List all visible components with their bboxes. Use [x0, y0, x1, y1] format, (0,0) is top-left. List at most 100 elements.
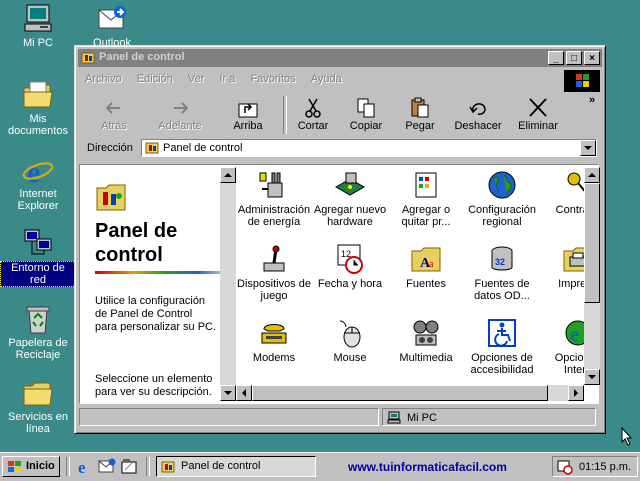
item-modems[interactable]: Modems	[236, 317, 312, 364]
multimedia-icon	[410, 317, 442, 349]
left-pane-description: Utilice la configuración de Panel de Con…	[95, 295, 217, 333]
scroll-up-button[interactable]	[220, 167, 236, 183]
item-label: Opciones de accesibilidad	[470, 352, 534, 376]
left-info-pane: Panel de control Utilice la configuració…	[82, 167, 220, 401]
paste-button[interactable]: Pegar	[391, 94, 449, 136]
item-add-remove-programs[interactable]: Agregar o quitar pr...	[388, 169, 464, 228]
start-button[interactable]: Inicio	[2, 456, 60, 477]
item-add-new-hardware[interactable]: Agregar nuevo hardware	[312, 169, 388, 228]
menu-archivo[interactable]: Archivo	[79, 70, 128, 85]
calendar-clock-icon: 12	[334, 243, 366, 275]
item-odbc-data-sources[interactable]: 32 Fuentes de datos OD...	[464, 243, 540, 302]
show-desktop-icon[interactable]	[120, 458, 138, 478]
item-fonts[interactable]: Aa Fuentes	[388, 243, 464, 290]
scroll-thumb[interactable]	[584, 183, 600, 303]
item-passwords[interactable]: Contrase	[540, 169, 584, 216]
undo-button[interactable]: Deshacer	[449, 94, 507, 136]
desktop-icon-network[interactable]: Entorno de red	[0, 228, 76, 287]
minimize-button[interactable]: _	[548, 51, 564, 65]
folder-icon	[22, 378, 54, 408]
menu-ver[interactable]: Ver	[182, 70, 211, 85]
scissors-icon	[301, 97, 325, 119]
status-bar: Mi PC	[79, 408, 599, 428]
taskbar-button-control-panel[interactable]: Panel de control	[156, 456, 316, 477]
desktop-icon-label: Entorno de red	[0, 261, 76, 287]
items-vertical-scrollbar[interactable]	[584, 167, 600, 385]
toolbar-more-chevron[interactable]: »	[589, 94, 595, 106]
taskbar-button-label: Panel de control	[181, 460, 261, 472]
left-pane-hint: Seleccione un elemento para ver su descr…	[95, 373, 213, 398]
desktop-icon-internet-explorer[interactable]: e Internet Explorer	[0, 155, 76, 212]
item-accessibility-options[interactable]: Opciones de accesibilidad	[464, 317, 540, 376]
internet-explorer-icon[interactable]: e	[76, 458, 94, 478]
copy-button[interactable]: Copiar	[337, 94, 395, 136]
item-regional-settings[interactable]: Configuración regional	[464, 169, 540, 228]
clock[interactable]: 01:15 p.m.	[579, 461, 631, 473]
programs-box-icon	[410, 169, 442, 201]
up-button[interactable]: Arriba	[219, 94, 277, 136]
forward-arrow-icon	[168, 97, 192, 119]
windows-flag-icon	[7, 460, 23, 477]
back-button[interactable]: Atrás	[85, 94, 143, 136]
desktop-icon-online-services[interactable]: Servicios en línea	[0, 378, 76, 435]
desktop-icon-recycle-bin[interactable]: Papelera de Reciclaje	[0, 304, 76, 361]
menu-ir-a[interactable]: Ir a	[213, 70, 241, 85]
paste-label: Pegar	[405, 120, 435, 132]
item-label: Fuentes	[406, 278, 446, 290]
item-label: Impreso	[558, 278, 584, 290]
computer-icon	[387, 411, 401, 427]
control-panel-icon	[145, 142, 159, 154]
item-mouse[interactable]: Mouse	[312, 317, 388, 364]
items-horizontal-scrollbar[interactable]	[236, 385, 584, 401]
menu-bar: Archivo Edición Ver Ir a Favoritos Ayuda	[79, 70, 559, 90]
taskbar: Inicio e Panel de control www.tuinformat…	[0, 452, 640, 481]
item-label: Opciones Intern	[554, 352, 584, 376]
toolbar: Atrás Adelante Arriba Cortar Copiar Pega…	[79, 94, 599, 136]
desktop-icon-label: Internet Explorer	[17, 188, 59, 212]
title-bar[interactable]: Panel de control _ □ ×	[78, 49, 602, 67]
address-value: Panel de control	[163, 142, 243, 154]
database-icon: 32	[486, 243, 518, 275]
scroll-up-button[interactable]	[584, 167, 600, 183]
left-pane-divider	[95, 271, 220, 274]
outlook-express-icon[interactable]	[98, 458, 116, 478]
item-power-management[interactable]: Administración de energía	[236, 169, 312, 228]
scroll-down-button[interactable]	[584, 369, 600, 385]
scroll-right-button[interactable]	[568, 385, 584, 401]
fonts-folder-icon: Aa	[410, 243, 442, 275]
control-panel-window[interactable]: Panel de control _ □ × Archivo Edición V…	[74, 45, 606, 434]
left-pane-scrollbar[interactable]	[220, 167, 236, 401]
close-button[interactable]: ×	[584, 51, 600, 65]
item-internet-options[interactable]: e Opciones Intern	[540, 317, 584, 376]
scroll-left-button[interactable]	[236, 385, 252, 401]
menu-favoritos[interactable]: Favoritos	[244, 70, 301, 85]
item-label: Configuración regional	[468, 204, 536, 228]
desktop-icon-my-documents[interactable]: Mis documentos	[0, 80, 76, 137]
item-printers[interactable]: Impreso	[540, 243, 584, 290]
desktop-icon-label: Mis documentos	[8, 113, 68, 137]
delete-button[interactable]: Eliminar	[509, 94, 567, 136]
svg-text:a: a	[429, 259, 434, 270]
status-segment-main	[79, 408, 379, 426]
scheduler-icon[interactable]	[557, 459, 573, 478]
desktop-icon-my-computer[interactable]: Mi PC	[0, 4, 76, 49]
maximize-button[interactable]: □	[566, 51, 582, 65]
item-label: Contrase	[555, 204, 584, 216]
item-date-time[interactable]: 12 Fecha y hora	[312, 243, 388, 290]
menu-ayuda[interactable]: Ayuda	[305, 70, 348, 85]
address-dropdown-button[interactable]	[580, 140, 596, 156]
back-label: Atrás	[101, 120, 127, 132]
control-panel-items: Administración de energía Agregar nuevo …	[236, 167, 584, 385]
scroll-thumb[interactable]	[252, 385, 548, 401]
address-input[interactable]: Panel de control	[141, 139, 597, 157]
cut-button[interactable]: Cortar	[284, 94, 342, 136]
undo-label: Deshacer	[454, 120, 502, 132]
forward-button[interactable]: Adelante	[151, 94, 209, 136]
hardware-board-icon	[334, 169, 366, 201]
item-multimedia[interactable]: Multimedia	[388, 317, 464, 364]
joystick-icon	[258, 243, 290, 275]
item-label: Administración de energía	[237, 204, 311, 228]
item-game-controllers[interactable]: Dispositivos de juego	[236, 243, 312, 302]
menu-edicion[interactable]: Edición	[131, 70, 179, 85]
scroll-down-button[interactable]	[220, 385, 236, 401]
